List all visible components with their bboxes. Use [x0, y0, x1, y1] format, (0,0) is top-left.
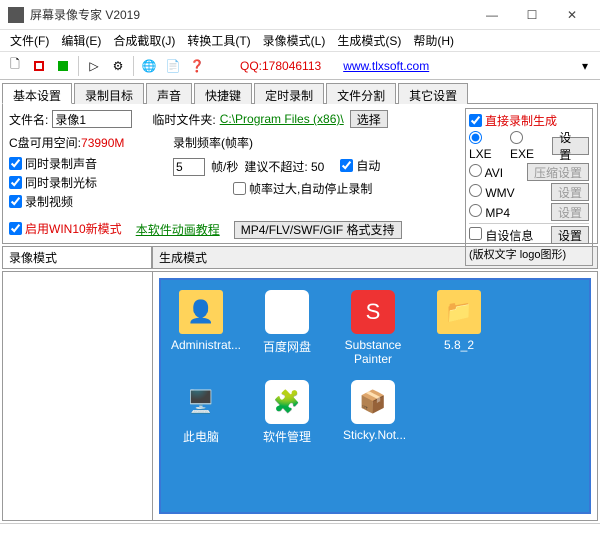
chk-selfinfo[interactable]: 自设信息 — [469, 227, 533, 244]
set-btn-2: 设置 — [551, 183, 589, 201]
chk-win10[interactable]: 启用WIN10新模式 — [9, 220, 122, 237]
menu-recmode[interactable]: 录像模式(L) — [259, 30, 330, 51]
tab-basic[interactable]: 基本设置 — [2, 83, 72, 104]
tool-play-icon[interactable]: ▷ — [83, 55, 105, 77]
icon-sticky[interactable]: 📦Sticky.Not... — [343, 380, 403, 445]
radio-avi[interactable]: AVI — [469, 164, 503, 180]
tool-web-icon[interactable]: 🌐 — [138, 55, 160, 77]
filename-input[interactable] — [52, 110, 132, 128]
direct-rec-header[interactable]: 直接录制生成 — [469, 112, 589, 129]
set-btn-3: 设置 — [551, 203, 589, 221]
icon-pc[interactable]: 🖥️此电脑 — [171, 380, 231, 445]
qq-contact: QQ:178046113 — [240, 59, 321, 73]
tool-doc-icon[interactable]: 📄 — [162, 55, 184, 77]
select-button[interactable]: 选择 — [350, 110, 388, 128]
close-button[interactable]: ✕ — [552, 1, 592, 29]
formats-button[interactable]: MP4/FLV/SWF/GIF 格式支持 — [234, 221, 402, 239]
menu-edit[interactable]: 编辑(E) — [57, 30, 105, 51]
menu-convert[interactable]: 转换工具(T) — [183, 30, 254, 51]
radio-lxe[interactable]: LXE — [469, 131, 506, 161]
disk-label: C盘可用空间: — [9, 134, 81, 151]
freq-label: 录制频率(帧率) — [173, 134, 433, 151]
disk-value: 73990M — [81, 136, 124, 150]
chk-auto[interactable]: 自动 — [340, 157, 380, 174]
mode-rec-label[interactable]: 录像模式 — [2, 247, 152, 269]
set-btn-4[interactable]: 设置 — [551, 226, 589, 244]
minimize-button[interactable]: — — [472, 1, 512, 29]
icon-admin[interactable]: 👤Administrat... — [171, 290, 231, 366]
recording-list[interactable] — [3, 272, 153, 520]
tool-new-icon[interactable]: 🗋 — [4, 55, 26, 77]
radio-exe[interactable]: EXE — [510, 131, 548, 161]
tab-timer[interactable]: 定时录制 — [254, 83, 324, 104]
tool-settings-icon[interactable]: ⚙ — [107, 55, 129, 77]
icon-soft[interactable]: 🧩软件管理 — [257, 380, 317, 445]
menu-bar: 文件(F) 编辑(E) 合成截取(J) 转换工具(T) 录像模式(L) 生成模式… — [0, 30, 600, 52]
app-icon — [8, 7, 24, 23]
menu-help[interactable]: 帮助(H) — [409, 30, 458, 51]
tab-other[interactable]: 其它设置 — [398, 83, 468, 104]
icon-substance[interactable]: SSubstance Painter — [343, 290, 403, 366]
radio-mp4[interactable]: MP4 — [469, 204, 510, 220]
settings-panel: 文件名: 临时文件夹: C:\Program Files (x86)\ 选择 C… — [2, 104, 598, 244]
toolbar: 🗋 ▷ ⚙ 🌐 📄 ❓ QQ:178046113 www.tlxsoft.com… — [0, 52, 600, 80]
icon-baidu[interactable]: ∞百度网盘 — [257, 290, 317, 366]
menu-file[interactable]: 文件(F) — [6, 30, 53, 51]
chk-video[interactable]: 录制视频 — [9, 193, 169, 210]
tab-bar: 基本设置 录制目标 声音 快捷键 定时录制 文件分割 其它设置 — [2, 82, 598, 104]
chk-cursor[interactable]: 同时录制光标 — [9, 174, 169, 191]
tab-sound[interactable]: 声音 — [146, 83, 192, 104]
icon-folder58[interactable]: 📁5.8_2 — [429, 290, 489, 366]
status-bar — [0, 523, 600, 539]
tempdir-link[interactable]: C:\Program Files (x86)\ — [220, 112, 344, 126]
freq-input[interactable] — [173, 158, 205, 176]
copyright-hint: (版权文字 logo图形) — [469, 246, 589, 262]
tab-target[interactable]: 录制目标 — [74, 83, 144, 104]
tab-hotkey[interactable]: 快捷键 — [194, 83, 252, 104]
tool-help-icon[interactable]: ❓ — [186, 55, 208, 77]
filename-label: 文件名: — [9, 111, 48, 128]
chk-overflow[interactable]: 帧率过大,自动停止录制 — [233, 180, 433, 197]
radio-wmv[interactable]: WMV — [469, 184, 515, 200]
freq-hint: 建议不超过: 50 — [244, 158, 324, 175]
window-title: 屏幕录像专家 V2019 — [30, 6, 472, 23]
website-link[interactable]: www.tlxsoft.com — [343, 59, 429, 73]
format-box: 直接录制生成 LXE EXE 设置 AVI 压缩设置 WMV 设置 MP4 设置… — [465, 108, 593, 266]
menu-capture[interactable]: 合成截取(J) — [109, 30, 179, 51]
preview-pane: 👤Administrat... ∞百度网盘 SSubstance Painter… — [153, 272, 597, 520]
toolbar-overflow-icon[interactable]: ▾ — [574, 55, 596, 77]
tool-record-icon[interactable] — [28, 55, 50, 77]
compress-btn: 压缩设置 — [527, 163, 589, 181]
desktop-preview: 👤Administrat... ∞百度网盘 SSubstance Painter… — [159, 278, 591, 514]
tutorial-link[interactable]: 本软件动画教程 — [136, 221, 220, 238]
maximize-button[interactable]: ☐ — [512, 1, 552, 29]
tempdir-label: 临时文件夹: — [152, 111, 215, 128]
tool-stop-icon[interactable] — [52, 55, 74, 77]
tab-split[interactable]: 文件分割 — [326, 83, 396, 104]
set-btn-1[interactable]: 设置 — [552, 137, 589, 155]
freq-unit: 帧/秒 — [211, 158, 238, 175]
menu-genmode[interactable]: 生成模式(S) — [333, 30, 405, 51]
chk-sound[interactable]: 同时录制声音 — [9, 155, 169, 172]
